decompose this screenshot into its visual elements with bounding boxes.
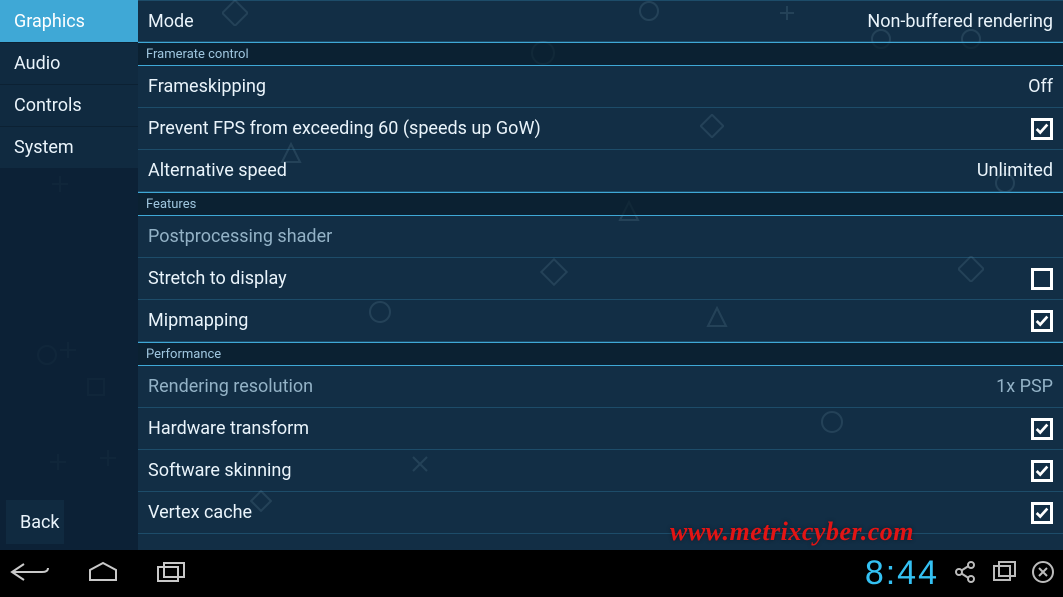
sidebar-item-audio[interactable]: Audio	[0, 42, 138, 84]
nav-recent-icon[interactable]	[154, 560, 188, 588]
setting-row-software-skinning[interactable]: Software skinning	[138, 450, 1063, 492]
setting-label: Prevent FPS from exceeding 60 (speeds up…	[148, 118, 1031, 139]
sidebar-item-label: Controls	[14, 95, 82, 116]
section-title: Performance	[146, 347, 221, 362]
sidebar-item-system[interactable]: System	[0, 126, 138, 168]
section-title: Features	[146, 197, 196, 212]
android-navbar: 8:44	[0, 550, 1063, 597]
status-clock: 8:44	[865, 554, 939, 593]
setting-label: Frameskipping	[148, 76, 1028, 97]
setting-row-hardware-transform[interactable]: Hardware transform	[138, 408, 1063, 450]
screenshot-icon[interactable]	[991, 560, 1017, 588]
nav-home-icon[interactable]	[86, 560, 120, 588]
settings-sidebar: Graphics Audio Controls System Back	[0, 0, 138, 550]
sidebar-item-label: Audio	[14, 53, 60, 74]
setting-row-frameskipping[interactable]: Frameskipping Off	[138, 66, 1063, 108]
setting-row-postprocessing-shader[interactable]: Postprocessing shader	[138, 216, 1063, 258]
setting-value: Off	[1028, 76, 1053, 97]
setting-row-alternative-speed[interactable]: Alternative speed Unlimited	[138, 150, 1063, 192]
sidebar-item-label: System	[14, 137, 74, 158]
setting-label: Mode	[148, 11, 867, 32]
checkbox-checked-icon	[1031, 118, 1053, 140]
checkbox-unchecked-icon	[1031, 268, 1053, 290]
setting-row-mode[interactable]: Mode Non-buffered rendering	[138, 0, 1063, 42]
section-header-performance: Performance	[138, 342, 1063, 366]
setting-label: Postprocessing shader	[148, 226, 1053, 247]
sidebar-item-label: Graphics	[14, 11, 85, 32]
close-icon[interactable]	[1031, 560, 1055, 588]
section-header-features: Features	[138, 192, 1063, 216]
setting-label: Software skinning	[148, 460, 1031, 481]
setting-label: Alternative speed	[148, 160, 977, 181]
share-icon[interactable]	[953, 560, 977, 588]
setting-label: Stretch to display	[148, 268, 1031, 289]
setting-value: Non-buffered rendering	[867, 11, 1053, 32]
back-button-label: Back	[20, 512, 60, 533]
checkbox-checked-icon	[1031, 460, 1053, 482]
checkbox-checked-icon	[1031, 418, 1053, 440]
setting-row-stretch-to-display[interactable]: Stretch to display	[138, 258, 1063, 300]
setting-row-prevent-fps-60[interactable]: Prevent FPS from exceeding 60 (speeds up…	[138, 108, 1063, 150]
setting-row-vertex-cache[interactable]: Vertex cache	[138, 492, 1063, 534]
setting-label: Vertex cache	[148, 502, 1031, 523]
setting-row-mipmapping[interactable]: Mipmapping	[138, 300, 1063, 342]
sidebar-item-controls[interactable]: Controls	[0, 84, 138, 126]
setting-label: Rendering resolution	[148, 376, 996, 397]
back-button[interactable]: Back	[6, 500, 64, 544]
setting-label: Mipmapping	[148, 310, 1031, 331]
setting-row-rendering-resolution[interactable]: Rendering resolution 1x PSP	[138, 366, 1063, 408]
setting-label: Hardware transform	[148, 418, 1031, 439]
setting-value: 1x PSP	[996, 376, 1053, 397]
checkbox-checked-icon	[1031, 310, 1053, 332]
sidebar-item-graphics[interactable]: Graphics	[0, 0, 138, 42]
settings-panel: Mode Non-buffered rendering Framerate co…	[138, 0, 1063, 550]
checkbox-checked-icon	[1031, 502, 1053, 524]
section-header-framerate: Framerate control	[138, 42, 1063, 66]
section-title: Framerate control	[146, 47, 249, 62]
nav-back-icon[interactable]	[8, 560, 52, 588]
setting-value: Unlimited	[977, 160, 1053, 181]
